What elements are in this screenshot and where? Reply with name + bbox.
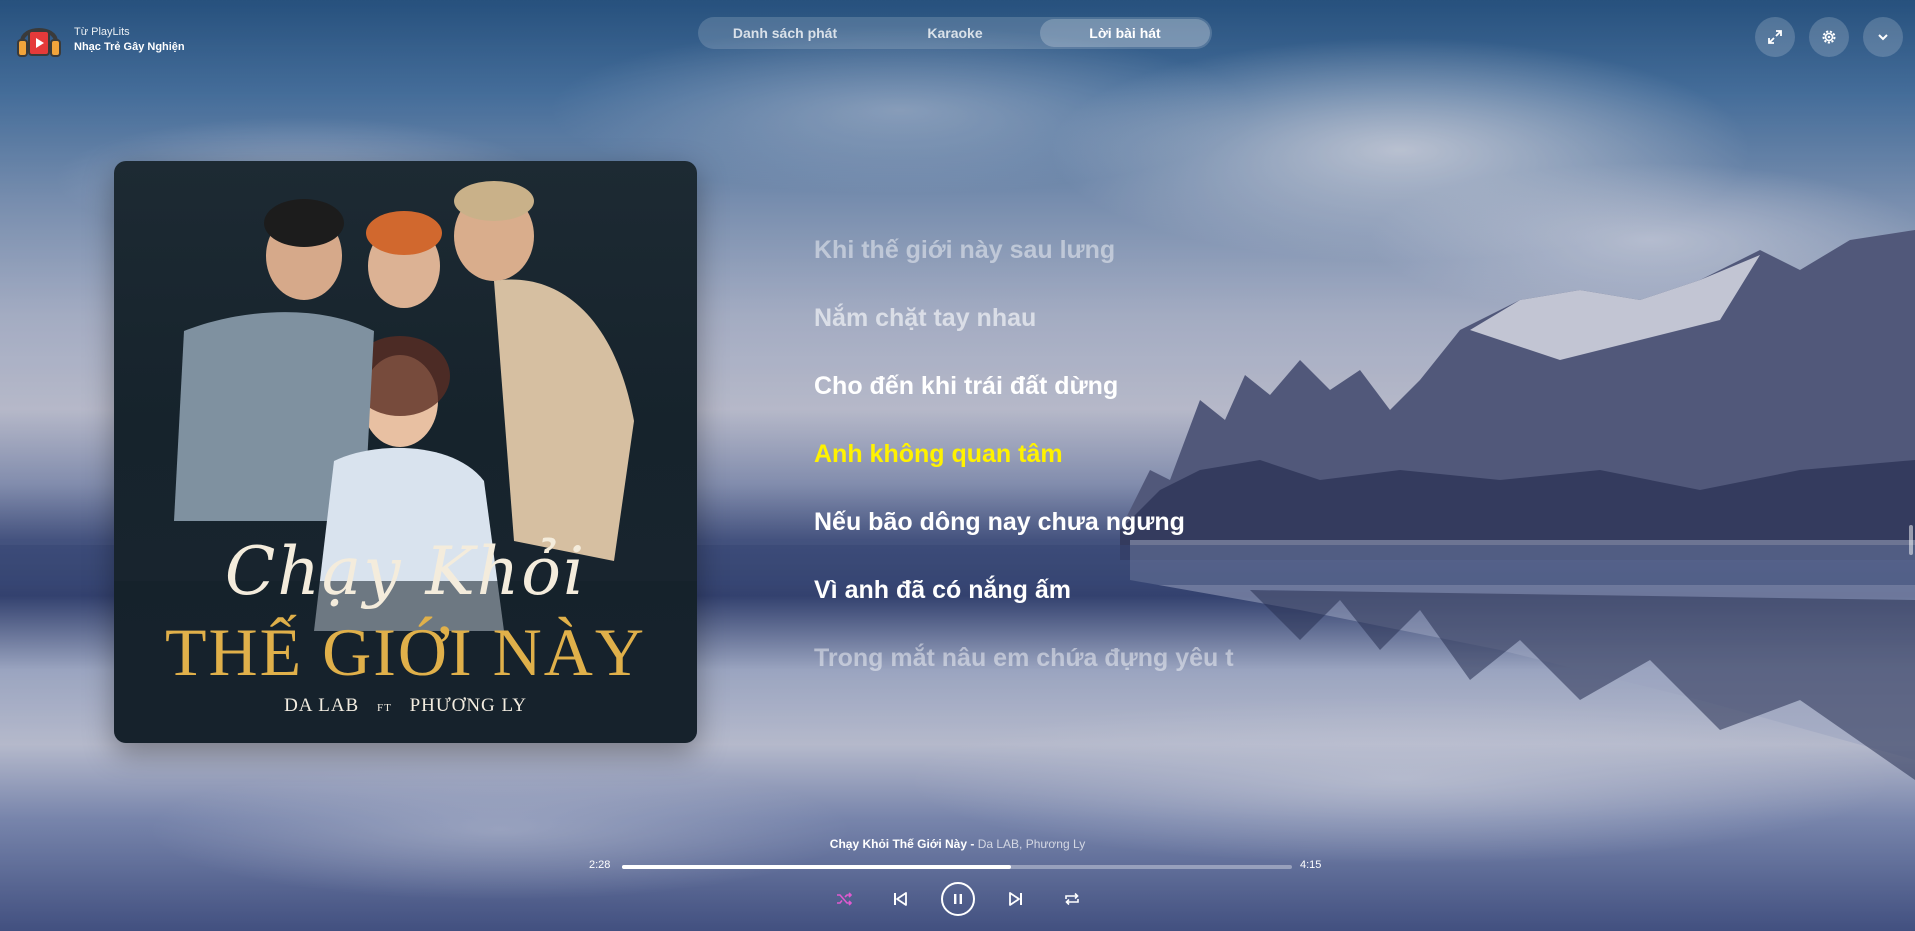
skip-previous-icon [893,892,907,906]
playlist-brand: Từ PlayLits Nhạc Trẻ Gây Nghiện [14,14,185,64]
tab-lyrics[interactable]: Lời bài hát [1040,19,1210,47]
repeat-button[interactable] [1057,884,1087,914]
lyric-line[interactable]: Vì anh đã có nắng ấm [814,570,1234,638]
tab-playlist[interactable]: Danh sách phát [700,19,870,47]
settings-button[interactable] [1809,17,1849,57]
lyric-line[interactable]: Cho đến khi trái đất dừng [814,366,1234,434]
album-main-title: THẾ GIỚI NÀY [164,614,646,690]
tab-karaoke[interactable]: Karaoke [870,19,1040,47]
lyric-line[interactable]: Trong mắt nâu em chứa đựng yêu thương [814,638,1234,706]
next-button[interactable] [1001,884,1031,914]
total-time: 4:15 [1300,859,1322,871]
lyric-line[interactable]: Khi thế giới này sau lưng [814,230,1234,298]
headphones-logo-icon [17,28,61,57]
now-playing-info: Chạy Khỏi Thế Giới Này - Da LAB, Phương … [0,837,1915,851]
collapse-button[interactable] [1863,17,1903,57]
album-script-title: Chạy Khỏi [224,533,587,610]
playlist-name[interactable]: Nhạc Trẻ Gây Nghiện [74,41,185,53]
lyric-line-current[interactable]: Anh không quan tâm [814,434,1234,502]
current-time: 2:28 [589,859,611,871]
album-ft: FT [376,702,392,714]
player-controls [0,882,1915,916]
fullscreen-button[interactable] [1755,17,1795,57]
song-title[interactable]: Chạy Khỏi Thế Giới Này - [830,837,978,851]
album-artist-left: DA LAB [284,695,360,716]
pause-icon [953,894,962,904]
lyrics-panel: Khi thế giới này sau lưng Nắm chặt tay n… [814,230,1234,706]
expand-icon [1768,30,1782,44]
lyric-line[interactable]: Nắm chặt tay nhau [814,298,1234,366]
view-tabs: Danh sách phát Karaoke Lời bài hát [698,17,1212,49]
skip-next-icon [1008,892,1022,906]
repeat-icon [1064,892,1079,906]
lyric-line[interactable]: Nếu bão dông nay chưa ngưng [814,502,1234,570]
album-artist-right: PHƯƠNG LY [409,695,527,716]
settings-icon [1822,30,1836,44]
album-artists: DA LAB FT PHƯƠNG LY [114,695,697,717]
pause-button[interactable] [940,882,975,916]
previous-button[interactable] [885,884,915,914]
shuffle-button[interactable] [829,884,859,914]
progress-fill [622,865,1011,869]
scrollbar-handle[interactable] [1909,525,1913,555]
top-actions [1755,17,1903,57]
chevron-down-icon [1878,34,1888,41]
progress-bar[interactable] [622,865,1292,869]
album-cover: Chạy Khỏi THẾ GIỚI NÀY DA LAB FT PHƯƠNG … [114,161,697,743]
song-artists[interactable]: Da LAB, Phương Ly [978,837,1086,851]
shuffle-icon [836,892,852,906]
playlist-source-label: Từ PlayLits [74,25,130,38]
